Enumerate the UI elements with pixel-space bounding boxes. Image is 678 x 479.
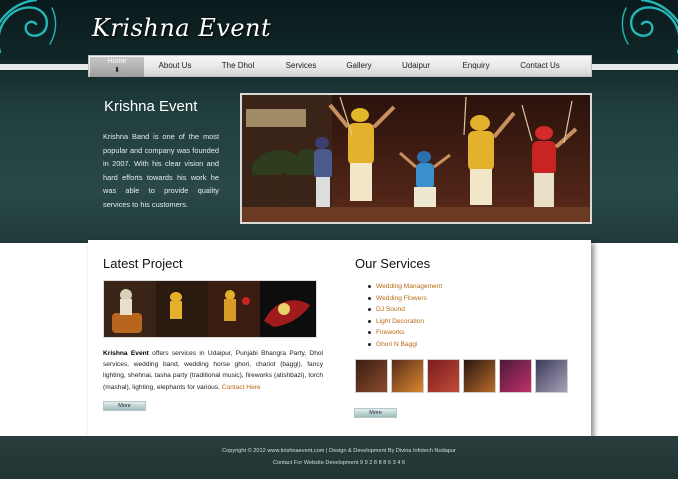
- latest-project-more-button[interactable]: More: [103, 401, 146, 411]
- swirl-decoration-icon: [621, 0, 678, 54]
- services-list: Wedding Management Wedding Flowers DJ So…: [367, 281, 442, 351]
- nav-item-udaipur[interactable]: Udaipur: [389, 55, 443, 77]
- nav-item-the-dhol[interactable]: The Dhol: [208, 55, 268, 77]
- service-item-wedding-management[interactable]: Wedding Management: [367, 281, 442, 293]
- nav-item-home[interactable]: Home ⬇: [90, 57, 144, 77]
- intro-title: Krishna Event: [104, 98, 198, 115]
- latest-project-image: [103, 280, 317, 338]
- content-panel: Latest Project Krishna Event offers serv…: [88, 240, 591, 436]
- hero-image: [240, 93, 592, 224]
- nav-item-contact-us[interactable]: Contact Us: [509, 55, 571, 77]
- service-item-light-decoration[interactable]: Light Decoration: [367, 316, 442, 328]
- nav-item-enquiry[interactable]: Enquiry: [447, 55, 505, 77]
- footer-contact: Contact For Website Development 9 9 2 8 …: [272, 460, 406, 466]
- service-thumbnail[interactable]: [355, 359, 388, 393]
- site-logo-title[interactable]: Krishna Event: [92, 14, 271, 42]
- footer-copyright: Copyright © 2012 www.krishnaevent.com | …: [222, 448, 456, 454]
- service-thumbnails: [355, 359, 568, 393]
- latest-project-description: Krishna Event offers services in Udaipur…: [103, 348, 323, 393]
- service-thumbnail[interactable]: [535, 359, 568, 393]
- service-item-fireworks[interactable]: Fireworks: [367, 327, 442, 339]
- swirl-decoration-icon: [0, 0, 57, 54]
- latest-project-title: Latest Project: [103, 256, 183, 271]
- main-nav: Home ⬇ About Us The Dhol Services Galler…: [88, 55, 592, 77]
- project-lead: Krishna Event: [103, 350, 149, 357]
- service-thumbnail[interactable]: [463, 359, 496, 393]
- footer: Copyright © 2012 www.krishnaevent.com | …: [0, 436, 678, 479]
- our-services-title: Our Services: [355, 256, 431, 271]
- nav-item-about-us[interactable]: About Us: [146, 55, 204, 77]
- service-thumbnail[interactable]: [427, 359, 460, 393]
- service-thumbnail[interactable]: [391, 359, 424, 393]
- nav-home-label: Home: [107, 58, 127, 65]
- header: Krishna Event Home ⬇ About Us The Dhol S…: [0, 0, 678, 243]
- contact-here-link[interactable]: Contact Here: [222, 384, 261, 391]
- service-item-ghori-n-baggi[interactable]: Ghori N Baggi: [367, 339, 442, 351]
- bhangra-dancers-image: [242, 95, 590, 222]
- intro-text: Krishna Band is one of the most popular …: [103, 132, 219, 209]
- nav-item-services[interactable]: Services: [273, 55, 329, 77]
- service-item-dj-sound[interactable]: DJ Sound: [367, 304, 442, 316]
- our-services-more-button[interactable]: More: [354, 408, 397, 418]
- service-thumbnail[interactable]: [499, 359, 532, 393]
- nav-item-gallery[interactable]: Gallery: [333, 55, 385, 77]
- service-item-wedding-flowers[interactable]: Wedding Flowers: [367, 293, 442, 305]
- arrow-down-icon: ⬇: [114, 67, 120, 74]
